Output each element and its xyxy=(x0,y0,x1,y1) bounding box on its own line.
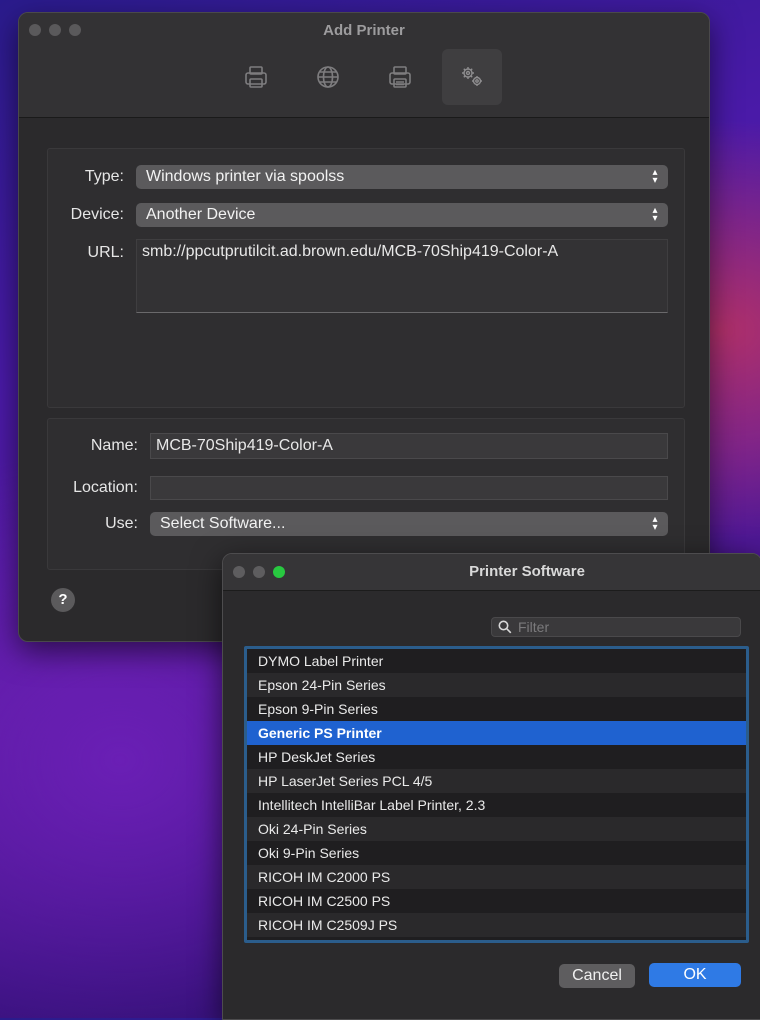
toolbar-advanced-button[interactable] xyxy=(442,49,502,105)
type-popup[interactable]: Windows printer via spoolss ▴ ▾ xyxy=(136,165,668,189)
filter-placeholder: Filter xyxy=(518,619,550,635)
location-field[interactable] xyxy=(150,476,668,500)
list-item[interactable]: HP DeskJet Series xyxy=(247,745,746,769)
device-popup[interactable]: Another Device ▴ ▾ xyxy=(136,203,668,227)
chevron-updown-icon: ▴ ▾ xyxy=(652,514,658,533)
list-item[interactable]: Oki 9-Pin Series xyxy=(247,841,746,865)
printer-software-list[interactable]: DYMO Label Printer Epson 24-Pin Series Eps… xyxy=(244,646,749,943)
device-label: Device: xyxy=(70,206,124,223)
connection-panel: Type: Windows printer via spoolss ▴ ▾ Dev… xyxy=(47,148,685,408)
ok-button[interactable]: OK xyxy=(649,963,741,987)
filter-search-field[interactable]: Filter xyxy=(491,617,741,637)
list-item[interactable]: Epson 24-Pin Series xyxy=(247,673,746,697)
use-value: Select Software... xyxy=(160,515,286,532)
toolbar-ip-button[interactable] xyxy=(298,49,358,105)
use-popup[interactable]: Select Software... ▴ ▾ xyxy=(150,512,668,536)
list-item[interactable]: HP LaserJet Series PCL 4/5 xyxy=(247,769,746,793)
chevron-updown-icon: ▴ ▾ xyxy=(652,205,658,224)
ip-globe-icon xyxy=(317,66,339,88)
windows-printer-icon xyxy=(389,66,411,88)
list-item[interactable]: Oki 24-Pin Series xyxy=(247,817,746,841)
name-field[interactable]: MCB-70Ship419-Color-A xyxy=(150,433,668,459)
default-printer-icon xyxy=(245,66,267,88)
name-label: Name: xyxy=(90,437,138,454)
list-item[interactable]: Generic PS Printer xyxy=(247,721,746,745)
url-label: URL: xyxy=(87,244,124,261)
list-item[interactable]: DYMO Label Printer xyxy=(247,649,746,673)
url-field[interactable]: smb://ppcutprutilcit.ad.brown.edu/MCB-70… xyxy=(136,239,668,313)
search-icon xyxy=(498,620,512,634)
help-button[interactable]: ? xyxy=(51,588,75,612)
list-item[interactable]: Intellitech IntelliBar Label Printer, 2.… xyxy=(247,793,746,817)
list-item[interactable]: RICOH IM C2500 PS xyxy=(247,889,746,913)
type-label: Type: xyxy=(84,168,124,185)
window-title: Add Printer xyxy=(323,22,405,39)
list-item[interactable]: RICOH IM C2509J PS xyxy=(247,913,746,937)
type-value: Windows printer via spoolss xyxy=(146,168,345,185)
add-printer-window: Add Printer Type: Windows printer via sp… xyxy=(18,12,710,642)
cancel-button[interactable]: Cancel xyxy=(559,964,635,988)
chevron-updown-icon: ▴ ▾ xyxy=(652,167,658,186)
window-titlebar: Add Printer xyxy=(19,13,709,118)
printer-software-dialog: Printer Software Filter DYMO Label Print… xyxy=(222,553,760,1020)
device-value: Another Device xyxy=(146,206,256,223)
list-item[interactable]: RICOH IM C2000 PS xyxy=(247,865,746,889)
dialog-title: Printer Software xyxy=(469,563,585,580)
dialog-titlebar: Printer Software xyxy=(223,554,760,591)
toolbar-default-button[interactable] xyxy=(226,49,286,105)
printer-type-toolbar xyxy=(19,49,709,105)
printer-info-panel: Name: MCB-70Ship419-Color-A Location: Us… xyxy=(47,418,685,570)
toolbar-windows-button[interactable] xyxy=(370,49,430,105)
list-item[interactable]: Epson 9-Pin Series xyxy=(247,697,746,721)
use-label: Use: xyxy=(105,515,138,532)
location-label: Location: xyxy=(73,479,138,496)
advanced-gears-icon xyxy=(462,67,482,86)
